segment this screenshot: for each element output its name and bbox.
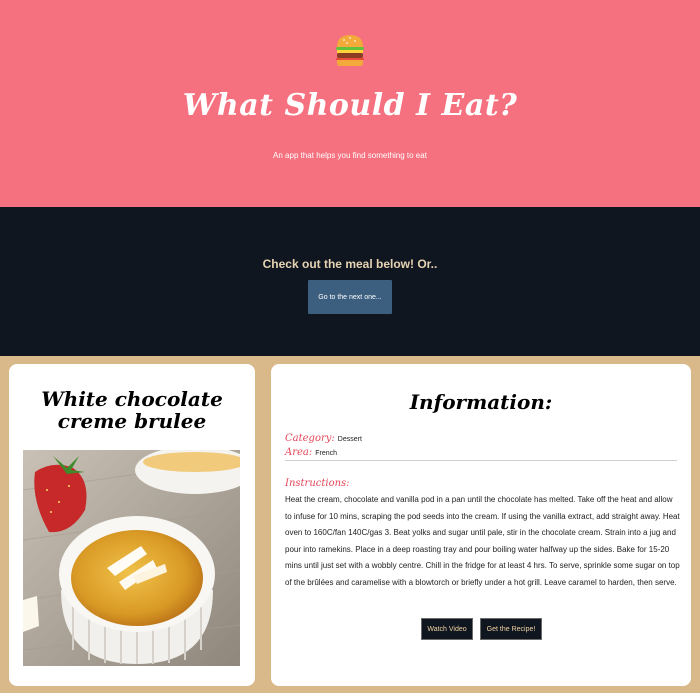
watch-video-button[interactable]: Watch Video	[421, 618, 473, 640]
area-row: Area: French	[285, 442, 337, 460]
app-title: What Should I Eat?	[182, 88, 518, 123]
app-subtitle: An app that helps you find something to …	[273, 151, 427, 160]
get-recipe-button[interactable]: Get the Recipe!	[480, 618, 542, 640]
burger-icon	[336, 35, 364, 66]
hero-banner: What Should I Eat? An app that helps you…	[0, 0, 700, 207]
info-card: Information: Category: Dessert Area: Frenc…	[271, 364, 691, 686]
instructions-text: Heat the cream, chocolate and vanilla po…	[285, 495, 680, 587]
meal-name: White chocolate creme brulee	[41, 387, 223, 433]
info-divider	[285, 460, 677, 461]
instructions-label: Instructions:	[285, 478, 350, 489]
cta-text: Check out the meal below! Or..	[262, 257, 438, 271]
meal-card: White chocolate creme brulee	[9, 364, 255, 686]
creme-brulee-photo	[23, 450, 240, 666]
next-meal-button[interactable]: Go to the next one...	[308, 280, 392, 314]
info-heading: Information:	[409, 390, 553, 414]
area-value: French	[315, 450, 338, 457]
area-label: Area:	[285, 447, 313, 458]
category-value: Dessert	[337, 436, 362, 443]
